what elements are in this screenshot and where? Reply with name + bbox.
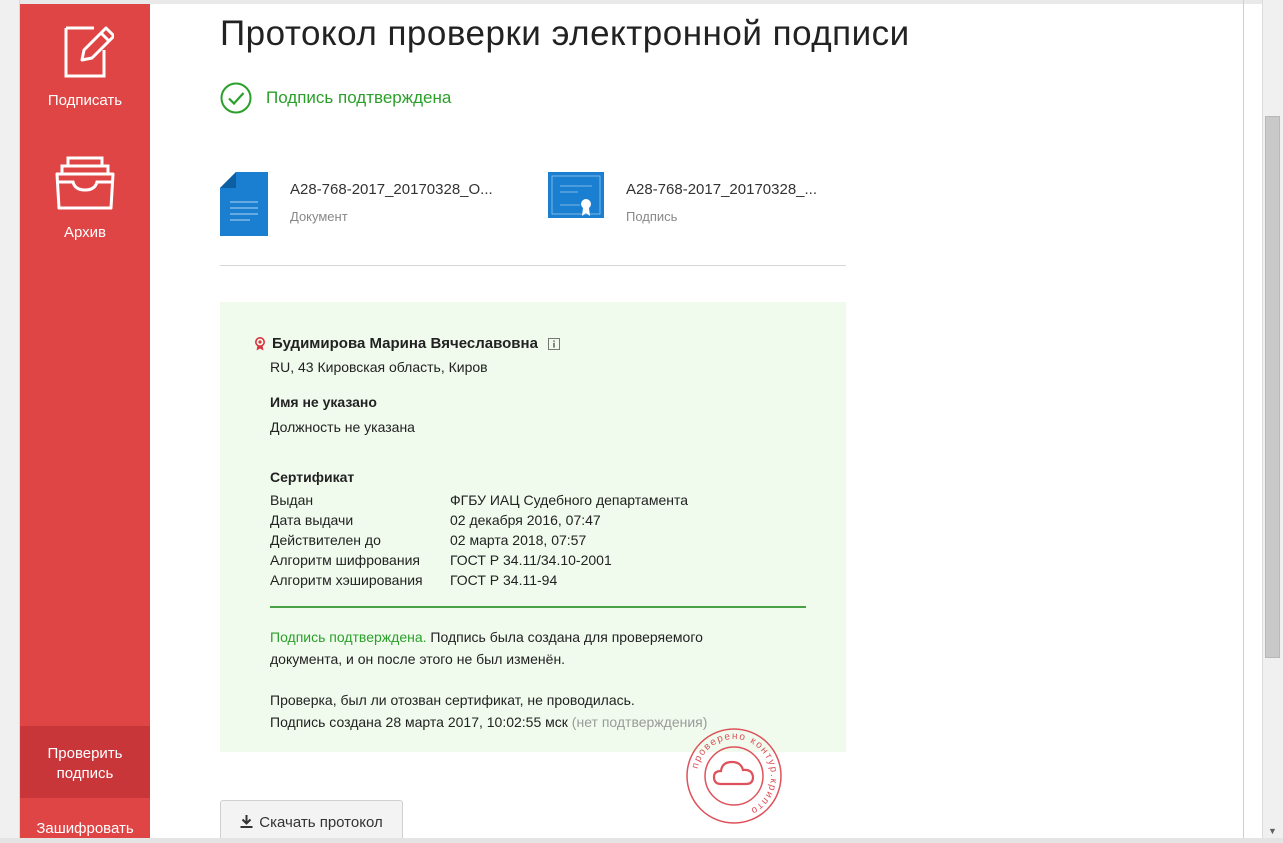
certificate-icon — [548, 172, 604, 218]
result-created-line: Подпись создана 28 марта 2017, 10:02:55 … — [270, 711, 750, 733]
download-icon — [240, 815, 253, 828]
certificate-row: Алгоритм хэширования ГОСТ Р 34.11-94 — [270, 572, 688, 592]
document-file[interactable]: A28-768-2017_20170328_O... Документ — [220, 172, 493, 236]
download-protocol-button[interactable]: Скачать протокол — [220, 800, 403, 843]
certificate-row: Дата выдачи 02 декабря 2016, 07:47 — [270, 512, 688, 532]
sidebar-item-sign[interactable]: Подписать — [20, 20, 150, 130]
certificate-row-value: 02 декабря 2016, 07:47 — [450, 512, 601, 528]
certificate-row-value: ГОСТ Р 34.11/34.10-2001 — [450, 552, 612, 568]
document-file-name: A28-768-2017_20170328_O... — [290, 181, 493, 198]
certificate-row-value: ГОСТ Р 34.11-94 — [450, 572, 558, 588]
result-created: Подпись создана 28 марта 2017, 10:02:55 … — [270, 714, 568, 730]
certificate-row: Действителен до 02 марта 2018, 07:57 — [270, 532, 688, 552]
certificate-row-value: ФГБУ ИАЦ Судебного департамента — [450, 492, 688, 508]
verification-status-text: Подпись подтверждена — [266, 88, 452, 107]
result-confirmed: Подпись подтверждена. — [270, 629, 427, 645]
verified-stamp: проверено контур.крипто — [684, 726, 784, 831]
info-icon[interactable] — [547, 337, 560, 350]
signer-name: Будимирова Марина Вячеславовна — [272, 335, 538, 352]
signer-row: Будимирова Марина Вячеславовна — [254, 335, 560, 352]
archive-box-icon — [55, 156, 115, 210]
certificate-row: Алгоритм шифрования ГОСТ Р 34.11/34.10-2… — [270, 552, 688, 572]
certificate-row-key: Выдан — [270, 492, 314, 508]
certificate-table: Выдан ФГБУ ИАЦ Судебного департамента Да… — [270, 492, 688, 592]
window-bottom-edge — [0, 838, 1283, 843]
result-revocation: Проверка, был ли отозван сертификат, не … — [270, 692, 635, 708]
files-divider — [220, 265, 846, 266]
cloud-stamp-icon: проверено контур.крипто — [686, 728, 782, 824]
certificate-row-key: Дата выдачи — [270, 512, 354, 528]
certificate-badge-icon — [255, 336, 265, 350]
document-file-type: Документ — [290, 209, 348, 224]
sidebar-item-archive[interactable]: Архив — [20, 154, 150, 264]
signature-details-panel: Будимирова Марина Вячеславовна RU, 43 Ки… — [220, 302, 846, 752]
verification-result: Подпись подтверждена. Подпись была созда… — [270, 626, 750, 733]
result-confirmation: Подпись подтверждена. Подпись была созда… — [270, 626, 750, 670]
sidebar-item-encrypt-label: Зашифровать — [36, 820, 134, 837]
sidebar: Подписать Архив Проверить подпись Зашифр… — [20, 4, 150, 843]
certificate-row: Выдан ФГБУ ИАЦ Судебного департамента — [270, 492, 688, 512]
scrollbar-thumb[interactable] — [1265, 116, 1280, 658]
check-circle-icon — [220, 82, 252, 114]
holder-name: Имя не указано — [270, 394, 377, 410]
signature-file-type: Подпись — [626, 209, 678, 224]
certificate-heading: Сертификат — [270, 469, 355, 485]
sidebar-item-verify[interactable]: Проверить подпись — [20, 726, 150, 798]
signature-file-name: A28-768-2017_20170328_... — [626, 181, 818, 198]
sidebar-item-verify-label-1: Проверить — [47, 745, 123, 762]
window-top-edge — [0, 0, 1283, 4]
pen-paper-icon — [64, 26, 114, 78]
sidebar-item-verify-label-2: подпись — [56, 765, 114, 782]
stamp-text: проверено контур.крипто — [690, 731, 778, 817]
certificate-row-key: Алгоритм шифрования — [270, 552, 420, 568]
document-icon — [220, 172, 268, 236]
window-left-edge — [0, 0, 20, 843]
content-border — [1243, 0, 1244, 843]
signer-location: RU, 43 Кировская область, Киров — [270, 359, 488, 375]
holder-position: Должность не указана — [270, 419, 415, 435]
certificate-row-key: Алгоритм хэширования — [270, 572, 423, 588]
verification-status: Подпись подтверждена — [220, 82, 451, 114]
sidebar-item-archive-label: Архив — [63, 224, 107, 241]
page-title: Протокол проверки электронной подписи — [220, 14, 910, 53]
result-divider — [270, 606, 806, 608]
svg-text:проверено контур.крипто: проверено контур.крипто — [690, 731, 779, 817]
certificate-row-key: Действителен до — [270, 532, 381, 548]
certificate-row-value: 02 марта 2018, 07:57 — [450, 532, 587, 548]
scroll-down-arrow-icon[interactable]: ▼ — [1265, 823, 1280, 839]
sidebar-item-sign-label: Подписать — [47, 92, 123, 109]
download-protocol-label: Скачать протокол — [259, 813, 383, 831]
signature-file[interactable]: A28-768-2017_20170328_... Подпись — [548, 172, 817, 224]
